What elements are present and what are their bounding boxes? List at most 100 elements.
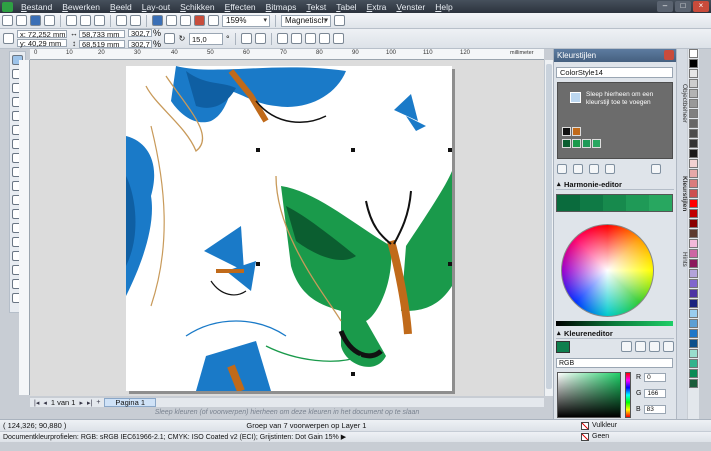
scroll-thumb[interactable]: [546, 64, 552, 389]
import-style-icon[interactable]: [589, 164, 599, 174]
menu-lay-out[interactable]: Lay-out: [137, 2, 175, 12]
new-document-icon[interactable]: [2, 15, 13, 26]
style-swatch[interactable]: [572, 139, 581, 148]
style-swatch[interactable]: [582, 139, 591, 148]
snap-to-select[interactable]: Magnetisch: [281, 14, 331, 27]
paste-icon[interactable]: [94, 15, 105, 26]
y-position-field[interactable]: y: 40,29 mm: [17, 39, 67, 47]
docker-close-icon[interactable]: [664, 50, 674, 60]
palette-swatch[interactable]: [689, 199, 698, 208]
open-icon[interactable]: [16, 15, 27, 26]
x-position-field[interactable]: x: 72,252 mm: [17, 30, 67, 38]
color-profiles[interactable]: Documentkleurprofielen: RGB: sRGB IEC619…: [3, 433, 346, 441]
mixer-icon[interactable]: [635, 341, 646, 352]
redo-icon[interactable]: [130, 15, 141, 26]
style-swatch[interactable]: [572, 127, 581, 136]
rotation-field[interactable]: 15,0: [189, 32, 224, 45]
menu-tekst[interactable]: Tekst: [301, 2, 331, 12]
palette-swatch[interactable]: [689, 59, 698, 68]
maximize-button[interactable]: □: [675, 1, 691, 12]
harmony-swatch[interactable]: [649, 195, 672, 211]
page-tab[interactable]: Pagina 1: [104, 398, 157, 407]
menu-help[interactable]: Help: [430, 2, 457, 12]
new-style-icon[interactable]: [557, 164, 567, 174]
color-wheel[interactable]: [561, 224, 654, 317]
lock-ratio-icon[interactable]: [164, 33, 176, 44]
save-icon[interactable]: [30, 15, 41, 26]
palette-swatch[interactable]: [689, 339, 698, 348]
palette-swatch[interactable]: [689, 69, 698, 78]
cut-icon[interactable]: [66, 15, 77, 26]
menu-bestand[interactable]: Bestand: [16, 2, 57, 12]
color-style-select[interactable]: ColorStyle14: [556, 67, 673, 78]
palette-swatch[interactable]: [689, 159, 698, 168]
add-page-icon[interactable]: +: [96, 399, 100, 406]
palette-swatch[interactable]: [689, 319, 698, 328]
edit-style-icon[interactable]: [573, 164, 583, 174]
harmony-swatch[interactable]: [603, 195, 626, 211]
palette-swatch[interactable]: [689, 349, 698, 358]
style-swatch[interactable]: [562, 139, 571, 148]
palette-swatch[interactable]: [689, 379, 698, 388]
more-options-icon[interactable]: [663, 341, 674, 352]
palette-swatch[interactable]: [689, 89, 698, 98]
palette-swatch[interactable]: [689, 219, 698, 228]
page-artwork[interactable]: [126, 66, 452, 391]
harmony-editor-header[interactable]: Harmonie-editor: [556, 179, 674, 190]
combine-icon[interactable]: [304, 33, 316, 44]
menu-extra[interactable]: Extra: [362, 2, 392, 12]
palette-swatch[interactable]: [689, 79, 698, 88]
mirror-vertical-icon[interactable]: [254, 33, 266, 44]
object-origin-icon[interactable]: [3, 33, 14, 44]
last-page-icon[interactable]: ▸|: [87, 399, 92, 407]
tab-kleurstijlen[interactable]: Kleurstijlen: [677, 154, 688, 234]
menu-bewerken[interactable]: Bewerken: [57, 2, 105, 12]
color-picker-field[interactable]: [557, 372, 621, 418]
menu-bitmaps[interactable]: Bitmaps: [261, 2, 302, 12]
mirror-horizontal-icon[interactable]: [240, 33, 252, 44]
undo-icon[interactable]: [116, 15, 127, 26]
lightness-slider[interactable]: [556, 321, 673, 326]
palette-swatch[interactable]: [689, 49, 698, 58]
palette-swatch[interactable]: [689, 129, 698, 138]
minimize-button[interactable]: –: [657, 1, 673, 12]
palette-swatch[interactable]: [689, 249, 698, 258]
close-button[interactable]: ×: [693, 1, 709, 12]
horizontal-ruler[interactable]: 0 10 20 30 40 50 60 70 80 90 100 110 120…: [30, 49, 544, 60]
previous-page-icon[interactable]: ◂: [43, 399, 47, 407]
search-content-icon[interactable]: [152, 15, 163, 26]
outline-indicator[interactable]: Geen: [581, 431, 641, 442]
style-swatch[interactable]: [562, 127, 571, 136]
publish-pdf-icon[interactable]: [194, 15, 205, 26]
style-swatch[interactable]: [592, 139, 601, 148]
break-apart-icon[interactable]: [318, 33, 330, 44]
blue-value-field[interactable]: 83: [643, 404, 666, 414]
menu-beeld[interactable]: Beeld: [105, 2, 137, 12]
vertical-ruler[interactable]: [19, 60, 30, 395]
scale-y-field[interactable]: 302,7: [128, 40, 152, 48]
color-editor-header[interactable]: Kleureneditor: [556, 328, 674, 339]
palette-swatch[interactable]: [689, 279, 698, 288]
full-screen-icon[interactable]: [208, 15, 219, 26]
hue-slider[interactable]: [625, 372, 631, 418]
scale-x-field[interactable]: 302,7: [128, 29, 152, 37]
palette-swatch[interactable]: [689, 209, 698, 218]
menu-schikken[interactable]: Schikken: [175, 2, 220, 12]
palette-swatch[interactable]: [689, 139, 698, 148]
palette-swatch[interactable]: [689, 309, 698, 318]
palette-swatch[interactable]: [689, 369, 698, 378]
palette-swatch[interactable]: [689, 299, 698, 308]
palette-swatch[interactable]: [689, 189, 698, 198]
vertical-scrollbar[interactable]: [544, 60, 553, 396]
group-icon[interactable]: [276, 33, 288, 44]
export-icon[interactable]: [180, 15, 191, 26]
color-model-select[interactable]: RGB: [556, 358, 673, 368]
tab-objectbeheer[interactable]: Objectbeheer: [677, 59, 688, 149]
zoom-level-select[interactable]: 159%: [222, 14, 270, 27]
palette-swatch[interactable]: [689, 179, 698, 188]
color-styles-list[interactable]: Sleep hierheen om een kleurstijl toe te …: [557, 82, 673, 159]
harmony-swatch[interactable]: [626, 195, 649, 211]
harmony-color-bar[interactable]: [556, 194, 673, 212]
palette-swatch[interactable]: [689, 149, 698, 158]
palette-swatch[interactable]: [689, 259, 698, 268]
